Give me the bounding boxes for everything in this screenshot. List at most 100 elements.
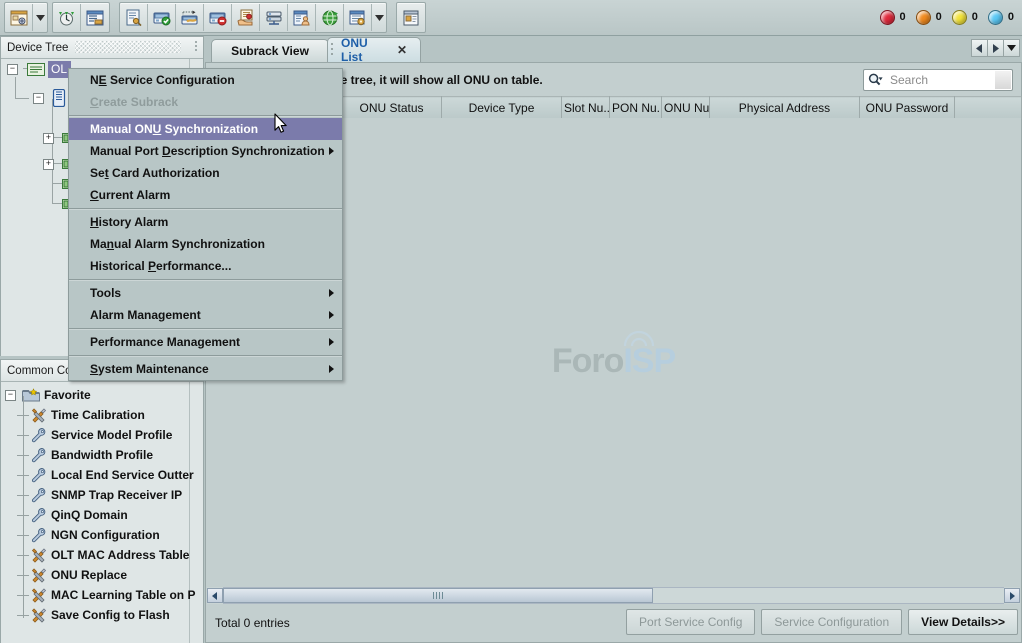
- toolbar-group-sync: [52, 2, 110, 33]
- alarm-hand-icon[interactable]: [232, 4, 260, 31]
- server-stack-icon[interactable]: [260, 4, 288, 31]
- list-item[interactable]: QinQ Domain: [1, 505, 203, 525]
- column-header-pon-number[interactable]: PON Nu...: [610, 97, 662, 119]
- time-sync-icon[interactable]: [53, 4, 81, 31]
- table-horizontal-scrollbar[interactable]: [207, 587, 1020, 604]
- topology-view-icon[interactable]: [5, 4, 33, 31]
- scroll-thumb[interactable]: [223, 588, 653, 603]
- list-item-label: Service Model Profile: [51, 428, 172, 442]
- menu-item-system-maintenance[interactable]: System Maintenance: [69, 358, 342, 380]
- total-entries-label: Total 0 entries: [215, 616, 290, 630]
- menu-separator: [69, 355, 342, 356]
- critical-alarm-indicator[interactable]: 0: [880, 10, 906, 25]
- tree-node-root[interactable]: − OL: [7, 60, 71, 78]
- critical-alarm-count: 0: [900, 11, 906, 23]
- list-item[interactable]: SNMP Trap Receiver IP: [1, 485, 203, 505]
- menu-item-set-card-authorization[interactable]: Set Card Authorization: [69, 162, 342, 184]
- search-input[interactable]: Search: [863, 69, 1013, 91]
- device-tree-header: Device Tree: [1, 37, 203, 59]
- column-header-slot-number[interactable]: Slot Nu...: [562, 97, 610, 119]
- security-config-icon[interactable]: [120, 4, 148, 31]
- submenu-arrow-icon: [329, 365, 334, 373]
- menu-item-label: Historical Performance...: [90, 259, 231, 273]
- database-user-icon[interactable]: [288, 4, 316, 31]
- list-item[interactable]: Save Config to Flash: [1, 605, 203, 625]
- menu-item-history-alarm[interactable]: History Alarm: [69, 211, 342, 233]
- view-details-button[interactable]: View Details>>: [908, 609, 1018, 635]
- list-item[interactable]: Time Calibration: [1, 405, 203, 425]
- tree-expander-expand-icon-1[interactable]: +: [43, 133, 54, 144]
- global-network-icon[interactable]: [316, 4, 344, 31]
- onu-list-icon[interactable]: [81, 4, 109, 31]
- major-alarm-indicator[interactable]: 0: [916, 10, 942, 25]
- watermark-part-1: Foro: [552, 342, 624, 380]
- scroll-left-icon[interactable]: [207, 588, 223, 603]
- menu-item-manual-port-description-synchronization[interactable]: Manual Port Description Synchronization: [69, 140, 342, 162]
- favorite-root[interactable]: − Favorite: [1, 385, 203, 405]
- menu-item-label: Create Subrack: [90, 95, 178, 109]
- report-dropdown-arrow[interactable]: [372, 4, 386, 31]
- device-remove-icon[interactable]: [204, 4, 232, 31]
- favorite-expander-icon[interactable]: −: [5, 390, 16, 401]
- list-item-label: QinQ Domain: [51, 508, 128, 522]
- port-service-config-button[interactable]: Port Service Config: [626, 609, 755, 635]
- list-item[interactable]: OLT MAC Address Table: [1, 545, 203, 565]
- tab-strip: Subrack View ONU List ✕: [205, 36, 1022, 62]
- menu-item-label: Manual ONU Synchronization: [90, 122, 258, 136]
- menu-separator: [69, 279, 342, 280]
- column-header-onu-status[interactable]: ONU Status: [342, 97, 442, 119]
- tab-scroll-left-icon[interactable]: [971, 39, 988, 57]
- menu-item-performance-management[interactable]: Performance Management: [69, 331, 342, 353]
- tab-scroll-right-icon[interactable]: [987, 39, 1004, 57]
- menu-item-current-alarm[interactable]: Current Alarm: [69, 184, 342, 206]
- menu-item-tools[interactable]: Tools: [69, 282, 342, 304]
- tools-cross-icon: [31, 407, 47, 423]
- service-configuration-button[interactable]: Service Configuration: [761, 609, 902, 635]
- major-alarm-dot: [916, 10, 931, 25]
- report-settings-icon[interactable]: [344, 4, 372, 31]
- search-icon[interactable]: [868, 73, 883, 87]
- menu-item-label: Set Card Authorization: [90, 166, 220, 180]
- common-command-list: − Favorite Time Calibration: [1, 382, 203, 625]
- wrench-icon: [31, 487, 47, 503]
- column-header-onu-number[interactable]: ONU Nu...: [662, 97, 710, 119]
- panel-grip-icon[interactable]: [195, 41, 199, 54]
- menu-item-label: History Alarm: [90, 215, 168, 229]
- tab-list-dropdown-icon[interactable]: [1003, 39, 1020, 57]
- menu-separator: [69, 115, 342, 116]
- scroll-right-icon[interactable]: [1004, 588, 1020, 603]
- search-resize-grip[interactable]: [995, 71, 1011, 89]
- window-panel-icon[interactable]: [397, 4, 425, 31]
- tab-close-icon[interactable]: ✕: [397, 43, 407, 57]
- list-item[interactable]: Local End Service Outter: [1, 465, 203, 485]
- warning-alarm-indicator[interactable]: 0: [988, 10, 1014, 25]
- list-item[interactable]: MAC Learning Table on P: [1, 585, 203, 605]
- list-item-label: NGN Configuration: [51, 528, 160, 542]
- column-header-device-type[interactable]: Device Type: [442, 97, 562, 119]
- menu-item-manual-onu-synchronization[interactable]: Manual ONU Synchronization: [69, 118, 342, 140]
- tree-expander-expand-icon-2[interactable]: +: [43, 159, 54, 170]
- column-header[interactable]: [955, 97, 1022, 119]
- column-header-physical-address[interactable]: Physical Address: [710, 97, 860, 119]
- menu-item-historical-performance[interactable]: Historical Performance...: [69, 255, 342, 277]
- tree-expander-collapse-icon[interactable]: −: [7, 64, 18, 75]
- device-link-icon[interactable]: [176, 4, 204, 31]
- tab-subrack-view[interactable]: Subrack View: [211, 39, 329, 62]
- menu-item-alarm-management[interactable]: Alarm Management: [69, 304, 342, 326]
- menu-item-manual-alarm-synchronization[interactable]: Manual Alarm Synchronization: [69, 233, 342, 255]
- tree-expander-collapse-icon-2[interactable]: −: [33, 93, 44, 104]
- menu-item-label: NE Service Configuration: [90, 73, 235, 87]
- list-item[interactable]: Service Model Profile: [1, 425, 203, 445]
- scroll-track[interactable]: [223, 587, 1004, 604]
- list-item[interactable]: NGN Configuration: [1, 525, 203, 545]
- topology-dropdown-arrow[interactable]: [33, 4, 47, 31]
- menu-item-ne-service-configuration[interactable]: NE Service Configuration: [69, 69, 342, 91]
- list-item[interactable]: ONU Replace: [1, 565, 203, 585]
- minor-alarm-indicator[interactable]: 0: [952, 10, 978, 25]
- device-add-icon[interactable]: [148, 4, 176, 31]
- minor-alarm-dot: [952, 10, 967, 25]
- column-header-onu-password[interactable]: ONU Password: [860, 97, 955, 119]
- list-item[interactable]: Bandwidth Profile: [1, 445, 203, 465]
- tab-onu-list[interactable]: ONU List ✕: [327, 37, 421, 62]
- tree-node-subrack[interactable]: −: [33, 89, 66, 107]
